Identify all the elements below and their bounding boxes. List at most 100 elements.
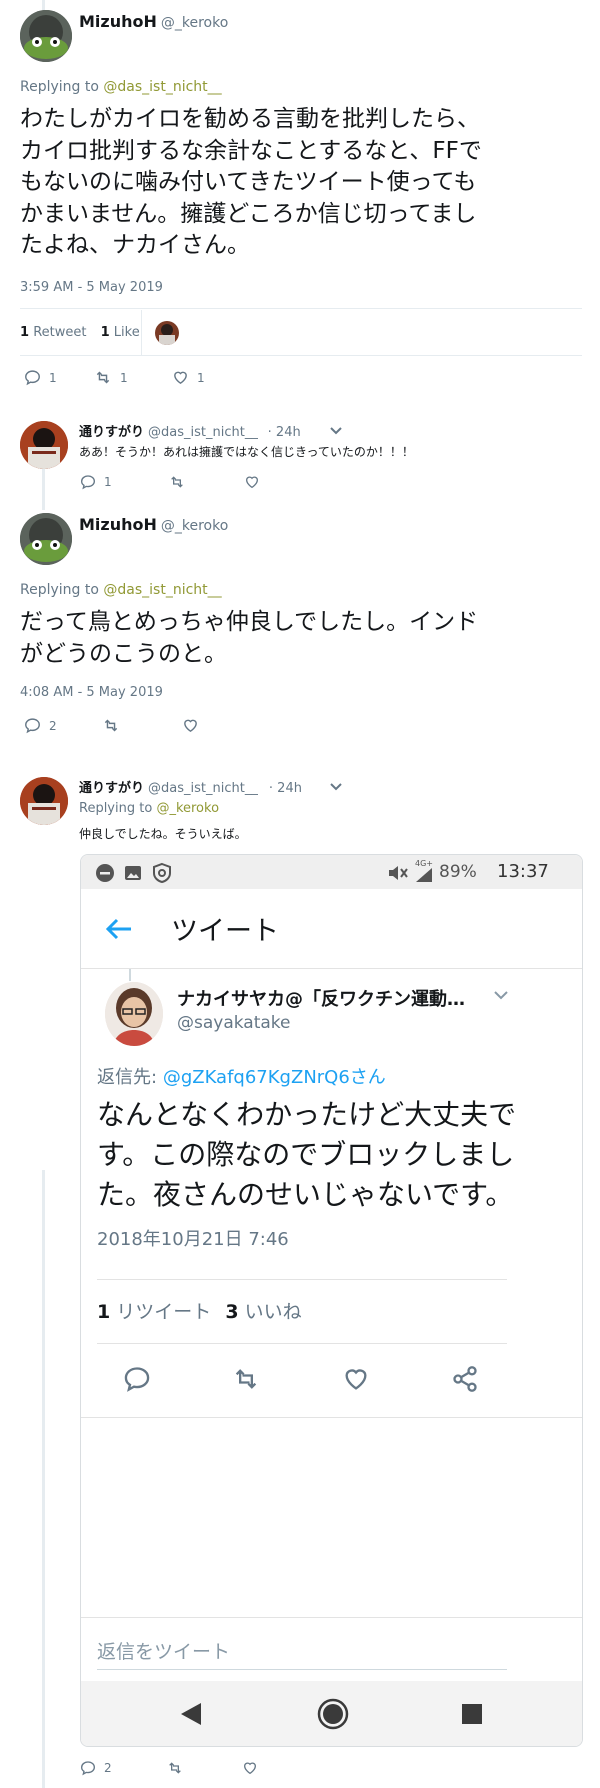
replying-to-link[interactable]: @das_ist_nicht__: [103, 582, 221, 598]
tweet-text-line: だって鳥とめっちゃ仲良しでしたし。インド: [20, 609, 479, 635]
retweet-icon: [96, 371, 110, 384]
handle[interactable]: @das_ist_nicht__: [148, 425, 258, 440]
image-icon: [125, 866, 141, 880]
person-avatar-icon: [105, 982, 163, 1046]
handle[interactable]: @das_ist_nicht__: [148, 781, 258, 796]
like-action[interactable]: [242, 1760, 258, 1776]
tweet-header: 通りすがり @das_ist_nicht__ · 24h: [79, 777, 302, 796]
divider: [81, 1417, 582, 1418]
retweet-action[interactable]: [166, 1760, 242, 1776]
battery-level: 89%: [439, 862, 477, 882]
display-name[interactable]: 通りすがり: [79, 781, 144, 796]
clock: 13:37: [497, 861, 549, 882]
reply-action[interactable]: 1: [80, 474, 168, 490]
retweet-action[interactable]: 1: [94, 369, 172, 386]
replying-to-link[interactable]: @das_ist_nicht__: [103, 79, 221, 95]
embedded-handle[interactable]: @sayakatake: [177, 1013, 291, 1033]
do-not-disturb-icon: [96, 864, 114, 882]
back-arrow-icon[interactable]: [103, 913, 135, 945]
retweet-icon[interactable]: [231, 1365, 261, 1393]
chevron-down-icon[interactable]: [491, 985, 511, 1005]
chevron-down-icon[interactable]: [328, 779, 344, 795]
thread-line-top: [42, 0, 45, 10]
reply-icon: [80, 475, 96, 490]
replying-to: Replying to @_keroko: [79, 801, 219, 816]
avatar[interactable]: [20, 777, 68, 825]
avatar[interactable]: [20, 513, 72, 565]
avatar[interactable]: [20, 10, 72, 62]
android-nav-bar: [81, 1681, 582, 1746]
thread-line-left-1: [42, 465, 45, 510]
tweet-text-line: かまいません。擁護どころか信じ切ってまし: [20, 200, 477, 227]
reply-action[interactable]: 1: [24, 369, 94, 386]
divider: [97, 1343, 507, 1344]
embedded-stats: 1 リツイート 3 いいね: [97, 1297, 302, 1324]
tweet-text: ああ！そうか！あれは擁護ではなく信じきっていたのか！！！: [79, 445, 414, 459]
back-triangle-icon[interactable]: [179, 1701, 203, 1727]
app-bar: ツイート: [81, 889, 582, 969]
replying-to: Replying to @das_ist_nicht__: [20, 79, 222, 95]
reply-icon: [25, 718, 40, 734]
reply-action[interactable]: 2: [24, 717, 102, 734]
reply-target-link[interactable]: @gZKafq67KgZNrQ6さん: [163, 1067, 386, 1088]
tweet-header: MizuhoH @_keroko: [79, 12, 228, 31]
action-bar: 1 1 1: [24, 369, 205, 386]
like-action[interactable]: 1: [172, 369, 205, 386]
chevron-down-icon[interactable]: [328, 423, 344, 439]
tweet-header: MizuhoH @_keroko: [79, 515, 228, 534]
user-avatar-icon: [20, 421, 68, 469]
tweet-text-line: カイロ批判するな余計なことするなと、FFで: [20, 137, 482, 164]
display-name[interactable]: 通りすがり: [79, 425, 144, 440]
liker-avatar[interactable]: [155, 321, 179, 345]
like-action[interactable]: [244, 474, 260, 490]
retweet-icon: [104, 719, 118, 732]
time[interactable]: · 24h: [268, 425, 301, 440]
display-name[interactable]: MizuhoH: [79, 515, 157, 534]
timestamp[interactable]: 4:08 AM - 5 May 2019: [20, 685, 163, 700]
reply-input[interactable]: 返信をツイート: [97, 1637, 230, 1664]
retweet-action[interactable]: [102, 717, 182, 734]
reply-icon[interactable]: [123, 1365, 151, 1393]
signal-icon: [416, 868, 432, 882]
embedded-avatar[interactable]: [105, 982, 163, 1046]
heart-icon: [245, 476, 259, 489]
embedded-reply-to: 返信先: @gZKafq67KgZNrQ6さん: [97, 1063, 386, 1089]
embedded-tweet-text: なんとなくわかったけど大丈夫で す。この際なのでブロックしまし た。夜さんのせい…: [97, 1095, 516, 1215]
embedded-timestamp: 2018年10月21日 7:46: [97, 1229, 289, 1250]
tweet-header: 通りすがり @das_ist_nicht__ · 24h: [79, 421, 301, 440]
home-circle-icon[interactable]: [317, 1698, 349, 1730]
retweet-count: 1: [97, 1301, 111, 1323]
handle[interactable]: @_keroko: [161, 15, 228, 31]
replying-label: Replying to: [20, 79, 99, 95]
display-name[interactable]: MizuhoH: [79, 12, 157, 31]
recents-square-icon[interactable]: [461, 1703, 483, 1725]
action-bar: 2: [80, 1760, 258, 1776]
frog-avatar-icon: [20, 513, 72, 565]
like-label[interactable]: いいね: [245, 1301, 302, 1323]
share-icon[interactable]: [451, 1365, 479, 1393]
reply-icon: [80, 1761, 96, 1776]
embedded-text-line: た。夜さんのせいじゃないです。: [97, 1178, 514, 1211]
action-bar: 2: [24, 717, 199, 734]
retweet-stat[interactable]: 1 Retweet: [20, 325, 86, 340]
retweet-label[interactable]: リツイート: [116, 1301, 211, 1323]
reply-action[interactable]: 2: [80, 1760, 166, 1776]
embedded-display-name[interactable]: ナカイサヤカ@「反ワクチン運動…: [177, 985, 465, 1011]
replying-to: Replying to @das_ist_nicht__: [20, 582, 222, 598]
attached-screenshot[interactable]: 4G+ 89% 13:37 ツイート ナカイサヤカ@「反ワクチン運動… @say…: [80, 854, 583, 1747]
timestamp[interactable]: 3:59 AM - 5 May 2019: [20, 280, 163, 295]
embedded-text-line: す。この際なのでブロックしまし: [97, 1138, 515, 1171]
replying-to-link[interactable]: @_keroko: [156, 801, 219, 816]
time[interactable]: · 24h: [269, 781, 302, 796]
like-action[interactable]: [182, 717, 199, 734]
tweet-text: わたしがカイロを勧める言動を批判したら、 カイロ批判するな余計なことするなと、F…: [20, 104, 482, 262]
heart-icon[interactable]: [342, 1365, 370, 1393]
liker-avatar-icon: [159, 324, 175, 345]
embedded-text-line: なんとなくわかったけど大丈夫で: [97, 1098, 517, 1131]
tweet-text-line: がどうのこうのと。: [20, 640, 227, 667]
avatar[interactable]: [20, 421, 68, 469]
like-stat[interactable]: 1 Like: [101, 325, 140, 340]
handle[interactable]: @_keroko: [161, 518, 228, 534]
retweet-action[interactable]: [168, 474, 244, 490]
action-bar: 1: [80, 474, 260, 490]
